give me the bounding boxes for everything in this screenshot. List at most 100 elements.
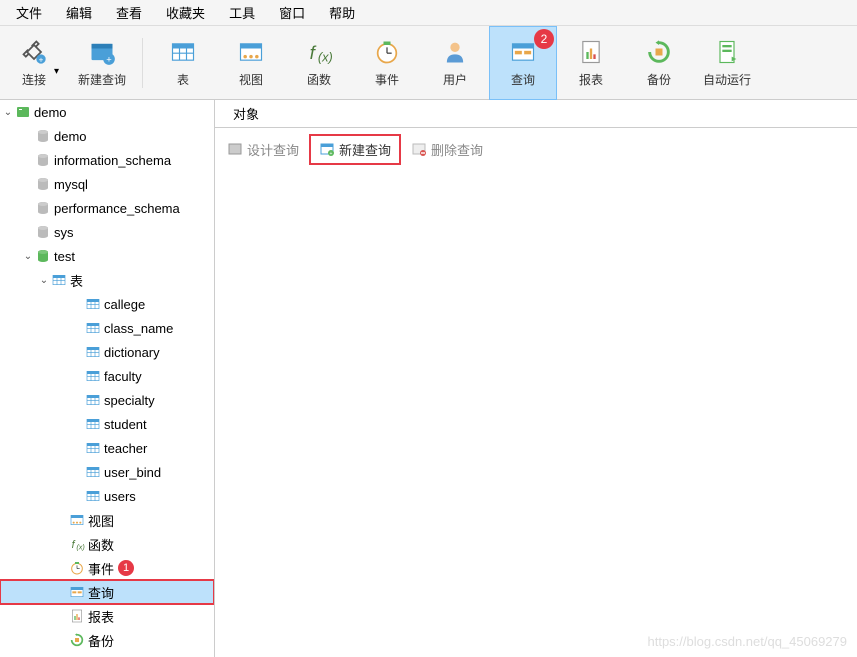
tree-item-查询[interactable]: 查询 <box>0 580 214 604</box>
tree-toggle-icon[interactable]: ⌄ <box>22 251 34 262</box>
watermark-text: https://blog.csdn.net/qq_45069279 <box>648 634 848 649</box>
toolbar-label: 函数 <box>307 71 331 88</box>
tree-label: users <box>102 489 136 504</box>
menu-2[interactable]: 查看 <box>104 0 154 25</box>
backup-icon <box>644 37 674 67</box>
toolbar-label: 自动运行 <box>703 71 751 88</box>
tree-label: user_bind <box>102 465 161 480</box>
fx-icon: f(x) <box>68 536 86 552</box>
toolbar-fx[interactable]: f(x) 函数 <box>285 26 353 100</box>
tree-label: sys <box>52 225 74 240</box>
toolbar-autorun[interactable]: 自动运行 <box>693 26 761 100</box>
svg-text:f: f <box>72 539 76 551</box>
tree-label: 表 <box>68 271 83 290</box>
design-icon <box>227 141 243 157</box>
svg-text:(x): (x) <box>318 49 333 64</box>
content-btn-label: 新建查询 <box>339 140 391 159</box>
menu-3[interactable]: 收藏夹 <box>154 0 217 25</box>
menu-4[interactable]: 工具 <box>217 0 267 25</box>
tree-item-demo[interactable]: ⌄demo <box>0 100 214 124</box>
toolbar-label: 事件 <box>375 71 399 88</box>
tree-item-mysql[interactable]: mysql <box>0 172 214 196</box>
tree-item-事件[interactable]: 事件1 <box>0 556 214 580</box>
content-tabbar: 对象 <box>215 100 857 128</box>
fx-icon: f(x) <box>304 37 334 67</box>
tree-item-specialty[interactable]: specialty <box>0 388 214 412</box>
table-icon <box>168 37 198 67</box>
db-icon <box>34 128 52 144</box>
db-tree-sidebar: ⌄demodemo information_schemamysqlperforma… <box>0 100 215 657</box>
toolbar-label: 新建查询 <box>78 71 126 88</box>
svg-text:+: + <box>39 56 44 65</box>
svg-text:+: + <box>330 151 333 157</box>
view-icon <box>68 512 86 528</box>
main-toolbar: ▾+连接+新建查询表视图f(x)函数事件用户查询2报表备份自动运行 <box>0 26 857 100</box>
toolbar-backup[interactable]: 备份 <box>625 26 693 100</box>
toolbar-new-query[interactable]: +新建查询 <box>68 26 136 100</box>
toolbar-plug[interactable]: ▾+连接 <box>0 26 68 100</box>
tree-item-视图[interactable]: 视图 <box>0 508 214 532</box>
db-icon <box>34 176 52 192</box>
tree-label: 备份 <box>86 631 114 650</box>
content-btn-label: 设计查询 <box>247 140 299 159</box>
tree-item-demo[interactable]: demo <box>0 124 214 148</box>
toolbar-report[interactable]: 报表 <box>557 26 625 100</box>
svg-text:(x): (x) <box>76 542 85 551</box>
table-icon <box>84 416 102 432</box>
tree-item-teacher[interactable]: teacher <box>0 436 214 460</box>
clock-icon <box>68 560 86 576</box>
tree-toggle-icon[interactable]: ⌄ <box>2 107 14 118</box>
tree-item-student[interactable]: student <box>0 412 214 436</box>
table-icon <box>84 488 102 504</box>
tree-item-备份[interactable]: 备份 <box>0 628 214 652</box>
backup-icon <box>68 632 86 648</box>
table-icon <box>84 392 102 408</box>
content-toolbar: 设计查询 + 新建查询 删除查询 <box>215 128 857 170</box>
toolbar-table[interactable]: 表 <box>149 26 217 100</box>
tree-item-函数[interactable]: f(x)函数 <box>0 532 214 556</box>
tree-item-表[interactable]: ⌄表 <box>0 268 214 292</box>
tree-item-报表[interactable]: 报表 <box>0 604 214 628</box>
tree-label: information_schema <box>52 153 171 168</box>
toolbar-divider <box>142 38 143 88</box>
menu-5[interactable]: 窗口 <box>267 0 317 25</box>
toolbar-user[interactable]: 用户 <box>421 26 489 100</box>
content-btn-new[interactable]: + 新建查询 <box>309 134 401 165</box>
new-icon: + <box>319 141 335 157</box>
table-icon <box>50 272 68 288</box>
menubar: 文件编辑查看收藏夹工具窗口帮助 <box>0 0 857 26</box>
toolbar-label: 报表 <box>579 71 603 88</box>
tree-label: dictionary <box>102 345 160 360</box>
content-btn-delete: 删除查询 <box>403 136 491 163</box>
tree-item-faculty[interactable]: faculty <box>0 364 214 388</box>
content-btn-label: 删除查询 <box>431 140 483 159</box>
table-icon <box>84 368 102 384</box>
table-icon <box>84 296 102 312</box>
tree-item-callege[interactable]: callege <box>0 292 214 316</box>
clock-icon <box>372 37 402 67</box>
tree-item-performance_schema[interactable]: performance_schema <box>0 196 214 220</box>
menu-1[interactable]: 编辑 <box>54 0 104 25</box>
tree-item-sys[interactable]: sys <box>0 220 214 244</box>
main-area: ⌄demodemo information_schemamysqlperforma… <box>0 100 857 657</box>
toolbar-view[interactable]: 视图 <box>217 26 285 100</box>
toolbar-query[interactable]: 查询2 <box>489 26 557 100</box>
menu-0[interactable]: 文件 <box>4 0 54 25</box>
tree-item-user_bind[interactable]: user_bind <box>0 460 214 484</box>
toolbar-clock[interactable]: 事件 <box>353 26 421 100</box>
view-icon <box>236 37 266 67</box>
tree-item-users[interactable]: users <box>0 484 214 508</box>
tree-toggle-icon[interactable]: ⌄ <box>38 275 50 286</box>
tree-item-information_schema[interactable]: information_schema <box>0 148 214 172</box>
db-icon <box>34 224 52 240</box>
tree-label: callege <box>102 297 145 312</box>
toolbar-label: 表 <box>177 71 189 88</box>
db-tree: ⌄demodemo information_schemamysqlperforma… <box>0 100 214 652</box>
tree-item-class_name[interactable]: class_name <box>0 316 214 340</box>
report-icon <box>68 608 86 624</box>
tree-item-test[interactable]: ⌄test <box>0 244 214 268</box>
plug-icon: + <box>19 37 49 67</box>
tab-objects[interactable]: 对象 <box>215 100 277 127</box>
tree-item-dictionary[interactable]: dictionary <box>0 340 214 364</box>
menu-6[interactable]: 帮助 <box>317 0 367 25</box>
